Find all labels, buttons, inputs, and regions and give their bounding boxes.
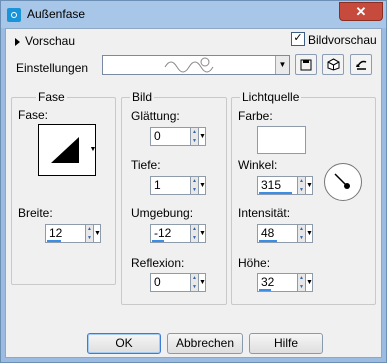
shininess-updown-icon[interactable]: ▲ ▼ [191, 273, 199, 292]
ambience-slider-arrow-icon[interactable]: ▼ [199, 224, 206, 243]
dialog-body: Vorschau ✓ Bildvorschau Einstellungen ▼ … [5, 28, 382, 358]
smoothness-label: Glättung: [131, 109, 180, 123]
width-spinner[interactable]: 12 ▲ ▼ ▼ [45, 224, 101, 244]
depth-label: Tiefe: [131, 158, 161, 172]
shininess-slider-arrow-icon[interactable]: ▼ [199, 273, 206, 292]
bevel-group-title: Fase [36, 90, 67, 104]
elevation-spinner[interactable]: 32 ▲ ▼ ▼ [257, 273, 313, 293]
title-bar: Außenfase ✕ [1, 1, 386, 28]
depth-field[interactable]: 1 [150, 176, 191, 195]
width-underline [47, 240, 61, 242]
window-title: Außenfase [27, 7, 86, 21]
width-label: Breite: [18, 206, 53, 220]
intensity-value: 48 [261, 226, 275, 240]
bevel-label: Fase: [18, 108, 49, 122]
elevation-updown-icon[interactable]: ▲ ▼ [298, 273, 306, 292]
intensity-underline [259, 240, 277, 242]
elevation-underline [259, 289, 271, 291]
smoothness-value: 0 [154, 129, 161, 143]
shininess-value: 0 [154, 275, 161, 289]
random-button[interactable] [322, 54, 344, 75]
settings-label: Einstellungen [16, 61, 89, 75]
width-slider-arrow-icon[interactable]: ▼ [94, 224, 101, 243]
intensity-updown-icon[interactable]: ▲ ▼ [298, 224, 306, 243]
elevation-value: 32 [261, 275, 275, 289]
smoothness-spinner[interactable]: 0 ▲ ▼ ▼ [150, 127, 206, 147]
color-label: Farbe: [238, 109, 273, 123]
depth-slider-arrow-icon[interactable]: ▼ [199, 176, 206, 195]
dice-icon [327, 58, 339, 71]
angle-dial-needle-icon [334, 173, 350, 189]
angle-value: 315 [261, 178, 282, 192]
smoothness-field[interactable]: 0 [150, 127, 191, 146]
image-preview-checkbox[interactable]: ✓ [291, 32, 305, 46]
angle-spinner[interactable]: 315 ▲ ▼ ▼ [257, 176, 313, 196]
smoothness-updown-icon[interactable]: ▲ ▼ [191, 127, 199, 146]
ambience-underline [152, 240, 164, 242]
width-updown-icon[interactable]: ▲ ▼ [86, 224, 94, 243]
ambience-label: Umgebung: [131, 206, 194, 220]
close-icon: ✕ [355, 4, 367, 19]
depth-spinner[interactable]: 1 ▲ ▼ ▼ [150, 176, 206, 196]
watermark-logo [164, 57, 214, 73]
help-button[interactable]: Hilfe [249, 333, 323, 354]
depth-value: 1 [154, 178, 161, 192]
intensity-slider-arrow-icon[interactable]: ▼ [306, 224, 313, 243]
light-color-swatch[interactable] [257, 126, 306, 154]
angle-slider-arrow-icon[interactable]: ▼ [306, 176, 313, 195]
elevation-label: Höhe: [238, 256, 271, 270]
shininess-field[interactable]: 0 [150, 273, 191, 292]
intensity-label: Intensität: [238, 206, 291, 220]
intensity-spinner[interactable]: 48 ▲ ▼ ▼ [257, 224, 313, 244]
save-icon [300, 59, 312, 71]
angle-dial[interactable] [324, 163, 362, 201]
preview-toggle[interactable]: Vorschau [15, 34, 75, 48]
bevel-shape-icon [51, 137, 79, 163]
expand-triangle-icon [15, 37, 20, 46]
preset-dropdown-arrow-icon[interactable]: ▼ [275, 56, 289, 74]
reset-button[interactable] [350, 54, 372, 75]
ambience-updown-icon[interactable]: ▲ ▼ [191, 224, 199, 243]
ambience-value: -12 [154, 226, 172, 240]
dialog-window: Außenfase ✕ Vorschau ✓ Bildvorschau Eins… [0, 0, 387, 363]
image-preview-label: Bildvorschau [308, 33, 377, 47]
angle-label: Winkel: [238, 158, 278, 172]
bevel-dropdown-arrow-icon[interactable]: ▼ [88, 124, 98, 176]
image-group-title: Bild [130, 90, 155, 104]
light-group-title: Lichtquelle [240, 90, 302, 104]
ok-button[interactable]: OK [87, 333, 161, 354]
angle-updown-icon[interactable]: ▲ ▼ [298, 176, 306, 195]
angle-underline [259, 192, 292, 194]
close-button[interactable]: ✕ [339, 2, 383, 21]
width-value: 12 [49, 226, 63, 240]
save-preset-button[interactable] [295, 54, 317, 75]
reset-icon [355, 60, 366, 70]
app-icon [7, 8, 21, 22]
ambience-spinner[interactable]: -12 ▲ ▼ ▼ [150, 224, 206, 244]
shininess-spinner[interactable]: 0 ▲ ▼ ▼ [150, 273, 206, 293]
elevation-slider-arrow-icon[interactable]: ▼ [306, 273, 313, 292]
cancel-button[interactable]: Abbrechen [167, 333, 243, 354]
shininess-label: Reflexion: [131, 256, 185, 270]
preview-toggle-label: Vorschau [25, 34, 76, 48]
smoothness-slider-arrow-icon[interactable]: ▼ [199, 127, 206, 146]
depth-updown-icon[interactable]: ▲ ▼ [191, 176, 199, 195]
